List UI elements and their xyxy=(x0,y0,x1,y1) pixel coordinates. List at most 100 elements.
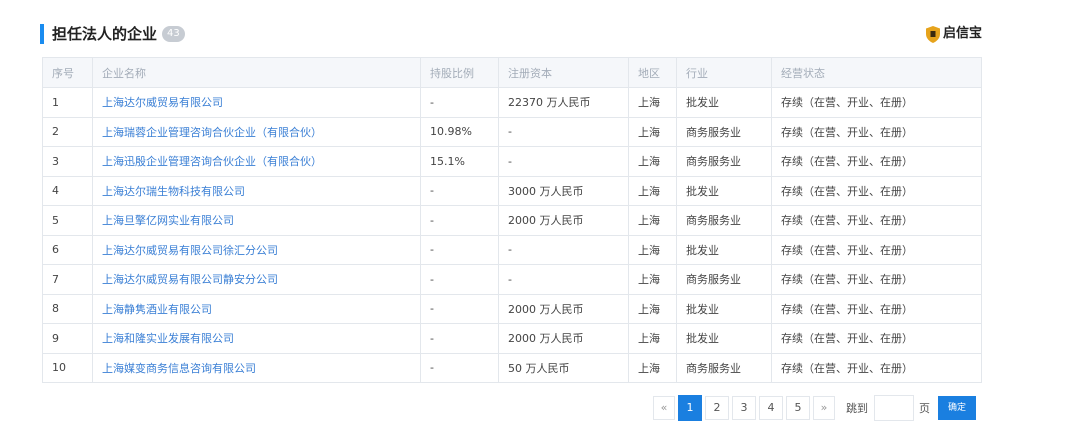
registered-capital: 22370 万人民币 xyxy=(498,87,629,118)
registered-capital: - xyxy=(498,146,629,177)
share-ratio: - xyxy=(420,264,499,295)
column-header: 持股比例 xyxy=(420,57,499,88)
industry: 批发业 xyxy=(676,323,772,354)
pagination: « 1 2 3 4 5 » 跳到 页 确定 xyxy=(653,395,976,421)
region: 上海 xyxy=(628,175,677,206)
industry: 商务服务业 xyxy=(676,116,772,147)
operating-status: 存续（在营、开业、在册） xyxy=(771,116,982,147)
section-title: 担任法人的企业 xyxy=(52,25,158,43)
industry: 商务服务业 xyxy=(676,146,772,177)
table-header-row: 序号 企业名称 持股比例 注册资本 地区 行业 经营状态 xyxy=(42,57,982,88)
region: 上海 xyxy=(628,87,677,118)
region: 上海 xyxy=(628,352,677,383)
table-row: 10 上海媒变商务信息咨询有限公司 -50 万人民币 上海 商务服务业 存续（在营、开业、… xyxy=(42,352,982,383)
company-name-link[interactable]: 上海媒变商务信息咨询有限公司 xyxy=(92,352,421,383)
registered-capital: - xyxy=(498,264,629,295)
company-name-link[interactable]: 上海静隽酒业有限公司 xyxy=(92,293,421,324)
page-button-3[interactable]: 3 xyxy=(732,396,756,420)
page-button-1[interactable]: 1 xyxy=(678,395,702,421)
page-unit-label: 页 xyxy=(919,402,930,415)
share-ratio: - xyxy=(420,323,499,354)
operating-status: 存续（在营、开业、在册） xyxy=(771,87,982,118)
registered-capital: 50 万人民币 xyxy=(498,352,629,383)
operating-status: 存续（在营、开业、在册） xyxy=(771,293,982,324)
row-index: 6 xyxy=(42,234,93,265)
region: 上海 xyxy=(628,234,677,265)
company-name-link[interactable]: 上海达尔威贸易有限公司徐汇分公司 xyxy=(92,234,421,265)
company-name-link[interactable]: 上海达尔威贸易有限公司 xyxy=(92,87,421,118)
title-accent-bar xyxy=(40,24,44,44)
table-row: 1 上海达尔威贸易有限公司 -22370 万人民币 上海 批发业 存续（在营、开业、在册） xyxy=(42,87,982,118)
table-row: 6 上海达尔威贸易有限公司徐汇分公司 - - 上海 批发业 存续（在营、开业、在册） xyxy=(42,234,982,265)
row-index: 5 xyxy=(42,205,93,236)
column-header: 经营状态 xyxy=(771,57,982,88)
page-button-2[interactable]: 2 xyxy=(705,396,729,420)
column-header: 行业 xyxy=(676,57,772,88)
company-name-link[interactable]: 上海和隆实业发展有限公司 xyxy=(92,323,421,354)
company-name-link[interactable]: 上海达尔威贸易有限公司静安分公司 xyxy=(92,264,421,295)
company-name-link[interactable]: 上海旦擎亿网实业有限公司 xyxy=(92,205,421,236)
page-button-4[interactable]: 4 xyxy=(759,396,783,420)
row-index: 1 xyxy=(42,87,93,118)
row-index: 8 xyxy=(42,293,93,324)
table-row: 2 上海瑞蓉企业管理咨询合伙企业（有限合伙） 10.98% - 上海 商务服务业 存续（在营… xyxy=(42,116,982,147)
column-header: 企业名称 xyxy=(92,57,421,88)
confirm-jump-button[interactable]: 确定 xyxy=(938,396,976,420)
brand-name: 启信宝 xyxy=(942,26,982,41)
table-row: 3 上海迅殷企业管理咨询合伙企业（有限合伙） 15.1% - 上海 商务服务业 存续（在营、… xyxy=(42,146,982,177)
operating-status: 存续（在营、开业、在册） xyxy=(771,264,982,295)
industry: 批发业 xyxy=(676,87,772,118)
industry: 商务服务业 xyxy=(676,264,772,295)
industry: 商务服务业 xyxy=(676,205,772,236)
company-name-link[interactable]: 上海迅殷企业管理咨询合伙企业（有限合伙） xyxy=(92,146,421,177)
table-row: 7 上海达尔威贸易有限公司静安分公司 - - 上海 商务服务业 存续（在营、开业、在册） xyxy=(42,264,982,295)
region: 上海 xyxy=(628,146,677,177)
row-index: 7 xyxy=(42,264,93,295)
row-index: 9 xyxy=(42,323,93,354)
column-header: 序号 xyxy=(42,57,93,88)
region: 上海 xyxy=(628,293,677,324)
jump-page-input[interactable] xyxy=(874,395,914,421)
jump-to-label: 跳到 xyxy=(846,402,868,415)
row-index: 10 xyxy=(42,352,93,383)
company-table: 序号 企业名称 持股比例 注册资本 地区 行业 经营状态 1 上海达尔威贸易有限公… xyxy=(42,57,982,383)
company-name-link[interactable]: 上海瑞蓉企业管理咨询合伙企业（有限合伙） xyxy=(92,116,421,147)
industry: 批发业 xyxy=(676,293,772,324)
registered-capital: 2000 万人民币 xyxy=(498,205,629,236)
page-button-5[interactable]: 5 xyxy=(786,396,810,420)
operating-status: 存续（在营、开业、在册） xyxy=(771,352,982,383)
operating-status: 存续（在营、开业、在册） xyxy=(771,234,982,265)
share-ratio: 10.98% xyxy=(420,116,499,147)
table-row: 5 上海旦擎亿网实业有限公司 -2000 万人民币 上海 商务服务业 存续（在营、开业、在… xyxy=(42,205,982,236)
region: 上海 xyxy=(628,323,677,354)
shield-logo-icon xyxy=(925,25,940,43)
section-header: 担任法人的企业 43 启信宝 xyxy=(40,22,982,48)
column-header: 注册资本 xyxy=(498,57,629,88)
column-header: 地区 xyxy=(628,57,677,88)
count-badge: 43 xyxy=(162,26,185,42)
registered-capital: - xyxy=(498,234,629,265)
industry: 商务服务业 xyxy=(676,352,772,383)
prev-page-button[interactable]: « xyxy=(653,396,675,420)
operating-status: 存续（在营、开业、在册） xyxy=(771,175,982,206)
next-page-button[interactable]: » xyxy=(813,396,835,420)
share-ratio: - xyxy=(420,352,499,383)
table-row: 4 上海达尔瑞生物科技有限公司 -3000 万人民币 上海 批发业 存续（在营、开业、在册… xyxy=(42,175,982,206)
region: 上海 xyxy=(628,116,677,147)
operating-status: 存续（在营、开业、在册） xyxy=(771,323,982,354)
region: 上海 xyxy=(628,264,677,295)
operating-status: 存续（在营、开业、在册） xyxy=(771,146,982,177)
share-ratio: - xyxy=(420,87,499,118)
row-index: 3 xyxy=(42,146,93,177)
registered-capital: 2000 万人民币 xyxy=(498,293,629,324)
company-table-wrapper: 序号 企业名称 持股比例 注册资本 地区 行业 经营状态 1 上海达尔威贸易有限公… xyxy=(42,57,982,383)
row-index: 2 xyxy=(42,116,93,147)
company-name-link[interactable]: 上海达尔瑞生物科技有限公司 xyxy=(92,175,421,206)
operating-status: 存续（在营、开业、在册） xyxy=(771,205,982,236)
share-ratio: 15.1% xyxy=(420,146,499,177)
industry: 批发业 xyxy=(676,175,772,206)
table-row: 9 上海和隆实业发展有限公司 -2000 万人民币 上海 批发业 存续（在营、开业、在册） xyxy=(42,323,982,354)
share-ratio: - xyxy=(420,205,499,236)
registered-capital: - xyxy=(498,116,629,147)
share-ratio: - xyxy=(420,234,499,265)
